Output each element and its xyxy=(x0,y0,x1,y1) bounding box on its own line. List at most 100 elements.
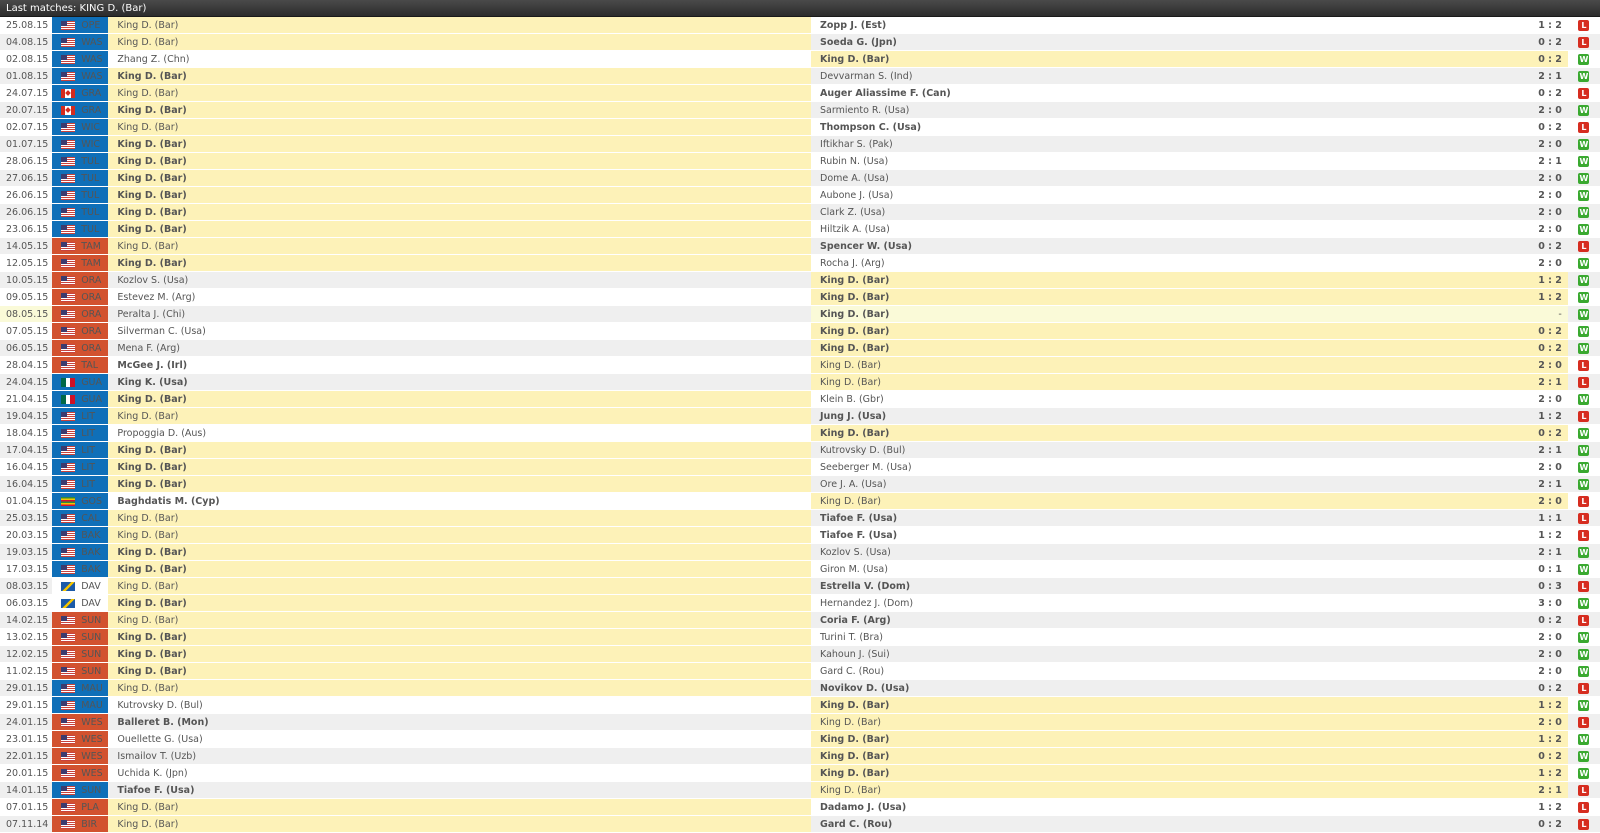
match-row[interactable]: 28.06.15 TUL King D. (Bar) Rubin N. (Usa) 2 … xyxy=(0,152,1600,170)
match-row[interactable]: 20.03.15 BAK King D. (Bar) Tiafoe F. (Usa) 1… xyxy=(0,526,1600,544)
tournament-cell[interactable]: WES xyxy=(52,747,109,765)
home-player[interactable]: King D. (Bar) xyxy=(108,17,812,34)
match-row[interactable]: 14.05.15 TAM King D. (Bar) Spencer W. (Usa)… xyxy=(0,237,1600,255)
match-row[interactable]: 06.05.15 ORA Mena F. (Arg) King D. (Bar) 0 :… xyxy=(0,339,1600,357)
tournament-cell[interactable]: TAM xyxy=(52,254,109,272)
tournament-cell[interactable]: ORA xyxy=(52,288,109,306)
match-row[interactable]: 19.03.15 BAK King D. (Bar) Kozlov S. (Usa) 2… xyxy=(0,543,1600,561)
away-player[interactable]: Seeberger M. (Usa) xyxy=(811,458,1514,476)
away-player[interactable]: Tiafoe F. (Usa) xyxy=(811,509,1514,527)
home-player[interactable]: King K. (Usa) xyxy=(108,373,812,391)
match-row[interactable]: 12.05.15 TAM King D. (Bar) Rocha J. (Arg) 2 … xyxy=(0,254,1600,272)
away-player[interactable]: King D. (Bar) xyxy=(811,50,1514,68)
away-player[interactable]: King D. (Bar) xyxy=(811,288,1514,306)
match-row[interactable]: 08.03.15 DAV King D. (Bar) Estrella V. (Dom… xyxy=(0,577,1600,595)
home-player[interactable]: Baghdatis M. (Cyp) xyxy=(108,492,812,510)
tournament-cell[interactable]: ORA xyxy=(52,322,109,340)
home-player[interactable]: King D. (Bar) xyxy=(108,798,812,816)
home-player[interactable]: King D. (Bar) xyxy=(108,33,812,51)
match-row[interactable]: 14.02.15 SUN King D. (Bar) Coria F. (Arg) 0 … xyxy=(0,611,1600,629)
tournament-cell[interactable]: WIC xyxy=(52,118,109,136)
tournament-cell[interactable]: WAS xyxy=(52,33,109,51)
match-row[interactable]: 17.04.15 LIT King D. (Bar) Kutrovsky D. (Bu… xyxy=(0,441,1600,459)
home-player[interactable]: King D. (Bar) xyxy=(108,67,812,85)
away-player[interactable]: King D. (Bar) xyxy=(811,305,1514,323)
home-player[interactable]: King D. (Bar) xyxy=(108,220,812,238)
home-player[interactable]: King D. (Bar) xyxy=(108,152,812,170)
home-player[interactable]: Uchida K. (Jpn) xyxy=(108,764,812,782)
home-player[interactable]: King D. (Bar) xyxy=(108,101,812,119)
home-player[interactable]: King D. (Bar) xyxy=(108,594,812,612)
tournament-cell[interactable]: LIT xyxy=(52,407,109,425)
tournament-cell[interactable]: ORA xyxy=(52,339,109,357)
away-player[interactable]: King D. (Bar) xyxy=(811,373,1514,391)
home-player[interactable]: Kutrovsky D. (Bul) xyxy=(108,696,812,714)
away-player[interactable]: Gard C. (Rou) xyxy=(811,662,1514,680)
match-row[interactable]: 19.04.15 LIT King D. (Bar) Jung J. (Usa) 1 :… xyxy=(0,407,1600,425)
match-row[interactable]: 24.07.15 GRA King D. (Bar) Auger Aliassime … xyxy=(0,84,1600,102)
tournament-cell[interactable]: SUN xyxy=(52,645,109,663)
match-row[interactable]: 12.02.15 SUN King D. (Bar) Kahoun J. (Sui) 2… xyxy=(0,645,1600,663)
match-row[interactable]: 29.01.15 MAU Kutrovsky D. (Bul) King D. (Ba… xyxy=(0,696,1600,714)
tournament-cell[interactable]: WIC xyxy=(52,135,109,153)
match-row[interactable]: 20.07.15 GRA King D. (Bar) Sarmiento R. (Us… xyxy=(0,101,1600,119)
away-player[interactable]: Zopp J. (Est) xyxy=(811,17,1514,34)
away-player[interactable]: Dadamo J. (Usa) xyxy=(811,798,1514,816)
tournament-cell[interactable]: MAU xyxy=(52,696,109,714)
away-player[interactable]: Novikov D. (Usa) xyxy=(811,679,1514,697)
match-row[interactable]: 10.05.15 ORA Kozlov S. (Usa) King D. (Bar) 1… xyxy=(0,271,1600,289)
match-row[interactable]: 07.05.15 ORA Silverman C. (Usa) King D. (Ba… xyxy=(0,322,1600,340)
away-player[interactable]: Dome A. (Usa) xyxy=(811,169,1514,187)
home-player[interactable]: King D. (Bar) xyxy=(108,526,812,544)
home-player[interactable]: King D. (Bar) xyxy=(108,611,812,629)
tournament-cell[interactable]: PLA xyxy=(52,798,109,816)
away-player[interactable]: King D. (Bar) xyxy=(811,730,1514,748)
match-row[interactable]: 29.01.15 MAU King D. (Bar) Novikov D. (Usa)… xyxy=(0,679,1600,697)
home-player[interactable]: King D. (Bar) xyxy=(108,407,812,425)
away-player[interactable]: King D. (Bar) xyxy=(811,424,1514,442)
away-player[interactable]: King D. (Bar) xyxy=(811,764,1514,782)
home-player[interactable]: King D. (Bar) xyxy=(108,84,812,102)
home-player[interactable]: King D. (Bar) xyxy=(108,441,812,459)
away-player[interactable]: Gard C. (Rou) xyxy=(811,815,1514,833)
home-player[interactable]: King D. (Bar) xyxy=(108,254,812,272)
home-player[interactable]: King D. (Bar) xyxy=(108,169,812,187)
away-player[interactable]: King D. (Bar) xyxy=(811,492,1514,510)
away-player[interactable]: King D. (Bar) xyxy=(811,356,1514,374)
match-row[interactable]: 07.01.15 PLA King D. (Bar) Dadamo J. (Usa) 1… xyxy=(0,798,1600,816)
home-player[interactable]: King D. (Bar) xyxy=(108,135,812,153)
away-player[interactable]: King D. (Bar) xyxy=(811,713,1514,731)
tournament-cell[interactable]: ORA xyxy=(52,271,109,289)
away-player[interactable]: Devvarman S. (Ind) xyxy=(811,67,1514,85)
home-player[interactable]: Kozlov S. (Usa) xyxy=(108,271,812,289)
match-row[interactable]: 21.04.15 GUA King D. (Bar) Klein B. (Gbr) 2 … xyxy=(0,390,1600,408)
away-player[interactable]: Klein B. (Gbr) xyxy=(811,390,1514,408)
home-player[interactable]: King D. (Bar) xyxy=(108,679,812,697)
match-row[interactable]: 06.03.15 DAV King D. (Bar) Hernandez J. (Do… xyxy=(0,594,1600,612)
home-player[interactable]: King D. (Bar) xyxy=(108,509,812,527)
match-row[interactable]: 16.04.15 LIT King D. (Bar) Ore J. A. (Usa) 2… xyxy=(0,475,1600,493)
tournament-cell[interactable]: GUA xyxy=(52,390,109,408)
home-player[interactable]: Tiafoe F. (Usa) xyxy=(108,781,812,799)
match-row[interactable]: 08.05.15 ORA Peralta J. (Chi) King D. (Bar)… xyxy=(0,305,1600,323)
home-player[interactable]: Propoggia D. (Aus) xyxy=(108,424,812,442)
match-row[interactable]: 24.01.15 WES Balleret B. (Mon) King D. (Bar… xyxy=(0,713,1600,731)
match-row[interactable]: 01.07.15 WIC King D. (Bar) Iftikhar S. (Pak… xyxy=(0,135,1600,153)
tournament-cell[interactable]: TUL xyxy=(52,169,109,187)
away-player[interactable]: Tiafoe F. (Usa) xyxy=(811,526,1514,544)
tournament-cell[interactable]: WAS xyxy=(52,67,109,85)
away-player[interactable]: Rubin N. (Usa) xyxy=(811,152,1514,170)
match-row[interactable]: 23.01.15 WES Ouellette G. (Usa) King D. (Ba… xyxy=(0,730,1600,748)
away-player[interactable]: Rocha J. (Arg) xyxy=(811,254,1514,272)
away-player[interactable]: King D. (Bar) xyxy=(811,696,1514,714)
tournament-cell[interactable]: WES xyxy=(52,713,109,731)
away-player[interactable]: Sarmiento R. (Usa) xyxy=(811,101,1514,119)
away-player[interactable]: Iftikhar S. (Pak) xyxy=(811,135,1514,153)
tournament-cell[interactable]: BAK xyxy=(52,526,109,544)
match-row[interactable]: 01.08.15 WAS King D. (Bar) Devvarman S. (In… xyxy=(0,67,1600,85)
match-row[interactable]: 26.06.15 TUL King D. (Bar) Aubone J. (Usa) 2… xyxy=(0,186,1600,204)
tournament-cell[interactable]: LIT xyxy=(52,475,109,493)
away-player[interactable]: Turini T. (Bra) xyxy=(811,628,1514,646)
home-player[interactable]: Peralta J. (Chi) xyxy=(108,305,812,323)
tournament-cell[interactable]: TAL xyxy=(52,356,109,374)
